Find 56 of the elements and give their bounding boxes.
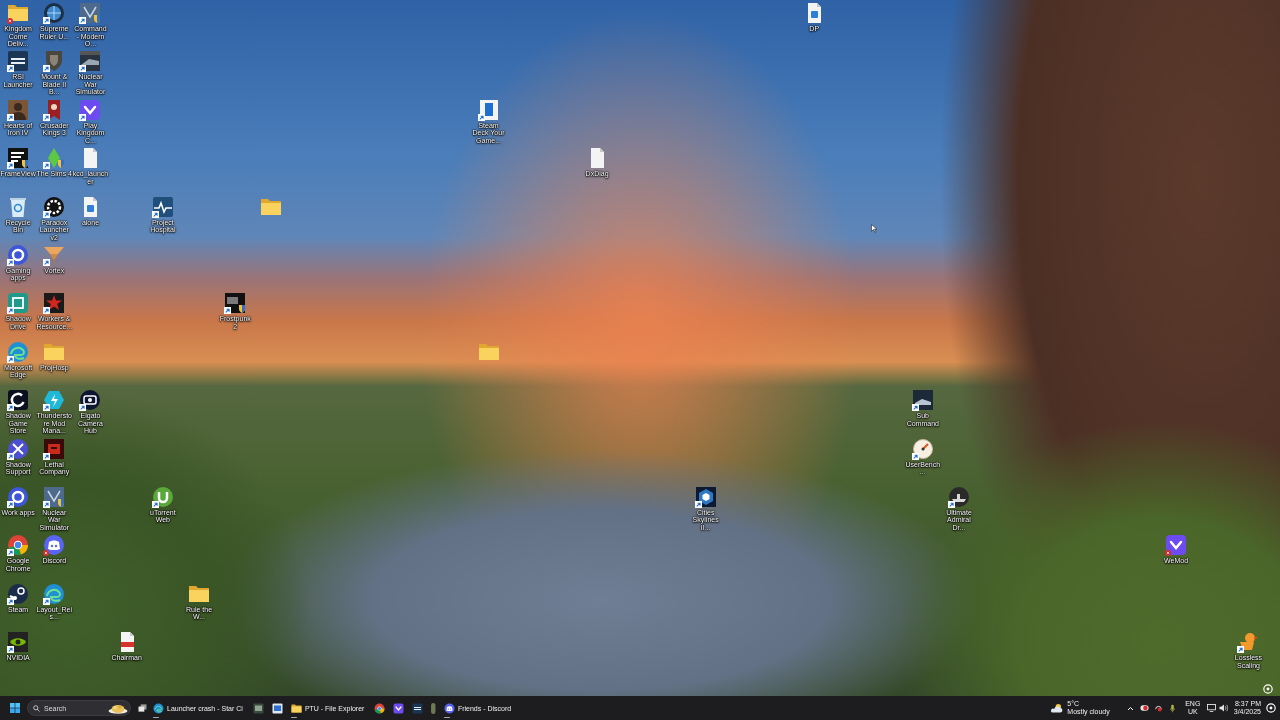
- linkage-circle-icon: [7, 582, 30, 605]
- open-ring-tile-icon: [7, 389, 30, 412]
- chevron-tile-icon: [393, 702, 405, 714]
- ring-circle-icon: [7, 243, 30, 266]
- speaker-icon: [1218, 704, 1228, 712]
- ring-circle-icon: [7, 485, 30, 508]
- swirl-circle-icon: [7, 340, 30, 363]
- picture-tile-icon: [252, 702, 264, 714]
- mouse-pointer-icon: [871, 224, 877, 233]
- bars-tile-icon: [7, 50, 30, 73]
- cloud-sun-icon: [1050, 703, 1064, 713]
- star-tile-icon: [43, 292, 66, 315]
- square-tile-icon: [7, 292, 30, 315]
- monitor-icon: [1206, 704, 1216, 712]
- gamepad-circle-icon: [443, 702, 455, 714]
- food-dish-icon: [108, 702, 128, 714]
- chevron-tile-icon: [79, 98, 102, 121]
- ring-dot-icon[interactable]: [1263, 684, 1273, 694]
- headset-icon: [1154, 704, 1164, 712]
- chevron-up-icon: [1127, 705, 1135, 711]
- swirl-circle-icon: [153, 702, 164, 714]
- scene-tile-icon: [79, 50, 102, 73]
- segmented-circle-icon: [7, 534, 30, 557]
- overlapping-squares-icon: [137, 704, 147, 712]
- pixel-art-tile-icon: [43, 437, 66, 460]
- picture-frame-icon: [271, 702, 283, 714]
- crossed-tools-icon: [7, 437, 30, 460]
- bars-tile-icon: [412, 702, 424, 714]
- silhouette-tile-icon: [7, 98, 30, 121]
- recording-badge-icon: [1140, 704, 1150, 712]
- cog-circle-icon: [43, 195, 66, 218]
- lightning-hexagon-icon: [43, 389, 66, 412]
- arc-circle-icon: [151, 485, 174, 508]
- stripes-tile-icon: [7, 147, 30, 170]
- swirl-circle-icon: [43, 582, 66, 605]
- dark-tile-icon: [224, 292, 247, 315]
- capsule-icon: [431, 702, 436, 714]
- search-icon: [33, 704, 40, 712]
- gauge-icon: [911, 437, 934, 460]
- microphone-icon: [1170, 703, 1176, 713]
- eye-tile-icon: [7, 631, 30, 654]
- globe-icon: [43, 2, 66, 24]
- ship-circle-icon: [947, 485, 970, 508]
- heartbeat-tile-icon: [151, 195, 174, 218]
- hexagon-tile-icon: [694, 485, 717, 508]
- camera-circle-icon: [79, 389, 102, 412]
- ring-dot-icon: [1266, 703, 1276, 713]
- emblem-tile-icon: [79, 2, 102, 24]
- emblem-tile-icon: [43, 485, 66, 508]
- folder-icon: [290, 702, 302, 714]
- gamepad-circle-icon: [43, 534, 66, 557]
- segmented-circle-icon: [374, 702, 386, 714]
- folder-icon: [7, 2, 30, 24]
- tablet-icon: [477, 98, 500, 121]
- chevron-tile-icon: [1165, 534, 1188, 557]
- four-squares-icon: [10, 703, 20, 713]
